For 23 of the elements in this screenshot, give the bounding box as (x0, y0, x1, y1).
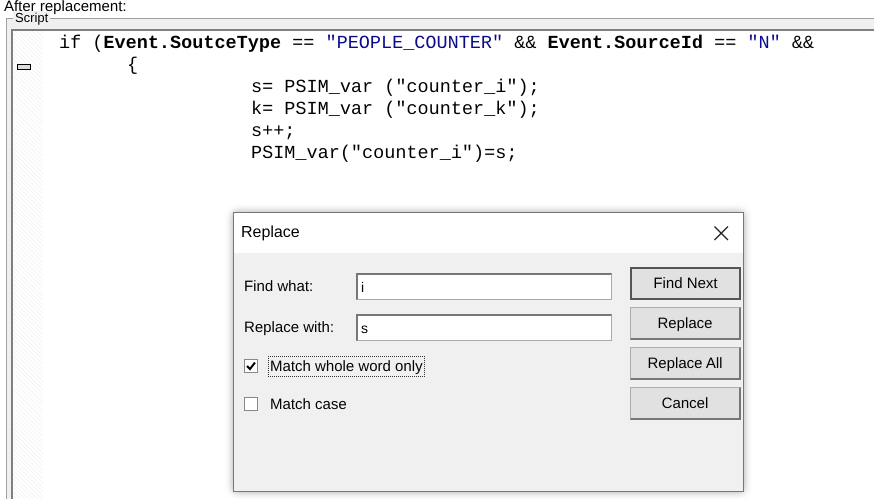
dialog-button[interactable]: Find Next (630, 267, 741, 300)
text-input-field[interactable]: i (356, 273, 612, 300)
caption-text: After replacement: (3, 0, 128, 12)
code-line: { (127, 55, 138, 77)
dialog-button[interactable]: Cancel (630, 387, 741, 420)
group-title: Script (13, 11, 50, 25)
dialog-title: Replace (241, 224, 300, 242)
code-line: s++; (251, 121, 296, 143)
field-label: Replace with: (244, 319, 336, 336)
dialog-button[interactable]: Replace (630, 307, 741, 340)
fold-marker-icon[interactable] (17, 64, 31, 70)
checkbox-label[interactable]: Match case (268, 394, 349, 414)
code-line: k= PSIM_var ("counter_k"); (251, 99, 540, 121)
code-line: s= PSIM_var ("counter_i"); (251, 77, 540, 99)
close-button[interactable]: × (702, 219, 741, 247)
checkbox-label[interactable]: Match whole word only (268, 356, 425, 376)
checkbox[interactable] (244, 359, 258, 373)
field-label: Find what: (244, 278, 314, 295)
text-input-field[interactable]: s (356, 314, 612, 341)
dialog-button[interactable]: Replace All (630, 347, 741, 380)
code-line: if (Event.SoutceType == "PEOPLE_COUNTER" && Event.SourceId == "N" && (59, 33, 814, 55)
code-line: PSIM_var("counter_i")=s; (251, 143, 518, 165)
checkbox[interactable] (244, 397, 258, 411)
